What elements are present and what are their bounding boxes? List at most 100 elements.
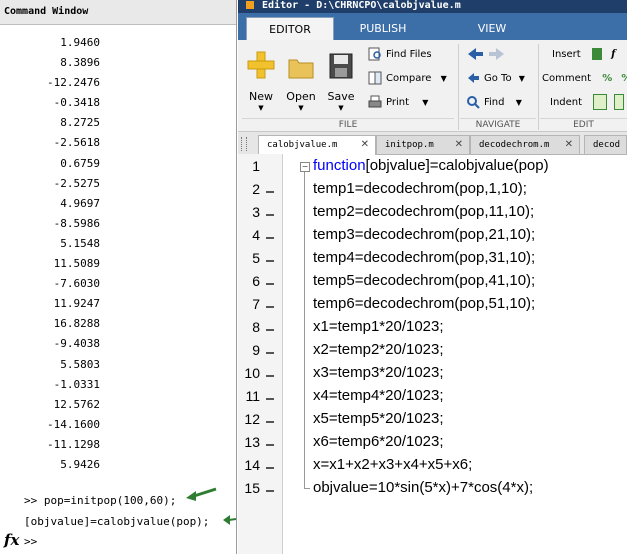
output-value: -2.5275: [53, 176, 100, 190]
find-label: Find: [484, 97, 505, 108]
compare-label: Compare: [386, 73, 432, 84]
code-text: temp2=decodechrom(pop,11,10);: [313, 203, 535, 220]
code-line[interactable]: temp2=decodechrom(pop,11,10);: [313, 203, 534, 220]
go-to-button[interactable]: Go To ▼: [466, 70, 525, 88]
doc-tab-decodechrom[interactable]: decodechrom.m ✕: [470, 135, 580, 154]
code-fold-icon[interactable]: −: [300, 162, 310, 172]
line-number: 13: [244, 434, 260, 450]
code-line[interactable]: temp3=decodechrom(pop,21,10);: [313, 226, 535, 243]
output-value: -1.0331: [53, 377, 100, 391]
doc-tab-decod[interactable]: decod: [584, 135, 627, 154]
chevron-down-icon: ▼: [515, 98, 522, 107]
find-files-label: Find Files: [386, 49, 432, 60]
output-value: -9.4038: [53, 337, 100, 351]
code-line[interactable]: x1=temp1*20/1023;: [313, 318, 444, 335]
document-tabs: calobjvalue.m ✕ initpop.m ✕ decodechrom.…: [238, 132, 627, 155]
insert-function-icon[interactable]: f: [611, 49, 615, 60]
close-icon[interactable]: ✕: [455, 136, 463, 154]
line-number: 15: [244, 480, 260, 496]
insert-button[interactable]: Insert f: [552, 46, 615, 64]
prompt-symbol: >>: [24, 535, 38, 548]
output-value: -2.5618: [53, 136, 100, 150]
tab-publish[interactable]: PUBLISH: [336, 17, 430, 40]
line-number: 2: [252, 181, 260, 197]
code-line[interactable]: x=x1+x2+x3+x4+x5+x6;: [313, 456, 472, 473]
breakpoint-dash[interactable]: [266, 398, 274, 400]
tab-view[interactable]: VIEW: [444, 17, 540, 40]
line-number: 3: [252, 204, 260, 220]
command-line-initpop: >> pop=initpop(100,60);: [24, 494, 177, 507]
save-button[interactable]: Save ▼: [324, 46, 358, 112]
navigate-section-label: NAVIGATE: [460, 118, 536, 131]
comment-button[interactable]: Comment % %: [542, 70, 627, 88]
output-value: -12.2476: [47, 76, 100, 90]
find-button[interactable]: Find ▼: [466, 94, 522, 112]
code-line[interactable]: x2=temp2*20/1023;: [313, 341, 444, 358]
ribbon-separator: [458, 44, 459, 130]
output-value: 5.1548: [60, 236, 100, 250]
go-to-label: Go To: [484, 73, 512, 84]
print-button[interactable]: Print ▼: [368, 94, 428, 112]
breakpoint-dash[interactable]: [266, 329, 274, 331]
editor-window: Editor - D:\CHRNCPO\calobjvalue.m EDITOR…: [238, 0, 627, 554]
line-number: 14: [244, 457, 260, 473]
code-line[interactable]: temp1=decodechrom(pop,1,10);: [313, 180, 527, 197]
breakpoint-dash[interactable]: [266, 237, 274, 239]
code-line[interactable]: x4=temp4*20/1023;: [313, 387, 444, 404]
breakpoint-dash[interactable]: [266, 260, 274, 262]
code-text: x5=temp5*20/1023;: [313, 410, 444, 427]
breakpoint-dash[interactable]: [266, 191, 274, 193]
output-value: 11.9247: [53, 297, 100, 311]
chevron-down-icon: ▼: [258, 104, 264, 112]
fx-icon[interactable]: fx: [4, 531, 19, 549]
command-output: 1.9460 8.3896 -12.2476 -0.3418 8.2725 -2…: [0, 33, 100, 475]
compare-button[interactable]: Compare ▼: [368, 70, 447, 88]
outdent-icon: [614, 94, 625, 110]
breakpoint-dash[interactable]: [266, 375, 274, 377]
output-value: 1.9460: [60, 36, 100, 49]
doc-tab-initpop[interactable]: initpop.m ✕: [376, 135, 470, 154]
close-icon[interactable]: ✕: [361, 136, 369, 154]
code-text: temp5=decodechrom(pop,41,10);: [313, 272, 536, 289]
insert-label: Insert: [552, 49, 581, 60]
output-value: 12.5762: [53, 397, 100, 411]
code-line[interactable]: temp6=decodechrom(pop,51,10);: [313, 295, 535, 312]
breakpoint-dash[interactable]: [266, 444, 274, 446]
output-value: 8.3896: [60, 56, 100, 70]
code-line[interactable]: function[objvalue]=calobjvalue(pop): [313, 157, 549, 174]
comment-label: Comment: [542, 73, 591, 84]
code-line[interactable]: temp4=decodechrom(pop,31,10);: [313, 249, 535, 266]
close-icon[interactable]: ✕: [565, 136, 573, 154]
breakpoint-dash[interactable]: [266, 214, 274, 216]
doc-tab-calobjvalue[interactable]: calobjvalue.m ✕: [258, 135, 376, 155]
command-prompt[interactable]: fx >>: [0, 531, 236, 554]
find-files-button[interactable]: Find Files: [368, 46, 432, 64]
output-value: 11.5089: [53, 257, 100, 271]
code-text: x1=temp1*20/1023;: [313, 318, 444, 335]
output-value: 5.9426: [60, 457, 100, 471]
breakpoint-dash[interactable]: [266, 306, 274, 308]
breakpoint-dash[interactable]: [266, 283, 274, 285]
tab-editor[interactable]: EDITOR: [246, 17, 334, 41]
code-line[interactable]: objvalue=10*sin(5*x)+7*cos(4*x);: [313, 479, 533, 496]
code-text: x6=temp6*20/1023;: [313, 433, 444, 450]
indent-button[interactable]: Indent: [550, 94, 625, 112]
chevron-down-icon: ▼: [422, 98, 429, 107]
breakpoint-dash[interactable]: [266, 352, 274, 354]
code-text: temp6=decodechrom(pop,51,10);: [313, 295, 536, 312]
breakpoint-dash[interactable]: [266, 490, 274, 492]
code-line[interactable]: x5=temp5*20/1023;: [313, 410, 444, 427]
save-label: Save: [327, 90, 355, 103]
back-forward-buttons[interactable]: [466, 46, 506, 64]
code-line[interactable]: x3=temp3*20/1023;: [313, 364, 444, 381]
open-button[interactable]: Open ▼: [284, 46, 318, 112]
green-arrow-icon: [223, 515, 236, 525]
new-button[interactable]: New ▼: [244, 46, 278, 112]
code-line[interactable]: x6=temp6*20/1023;: [313, 433, 444, 450]
breakpoint-dash[interactable]: [266, 467, 274, 469]
line-number: 11: [245, 388, 260, 404]
code-line[interactable]: temp5=decodechrom(pop,41,10);: [313, 272, 535, 289]
doc-tab-label: decod: [593, 140, 621, 150]
breakpoint-dash[interactable]: [266, 421, 274, 423]
code-text: [objvalue]=calobjvalue(pop): [365, 157, 549, 174]
